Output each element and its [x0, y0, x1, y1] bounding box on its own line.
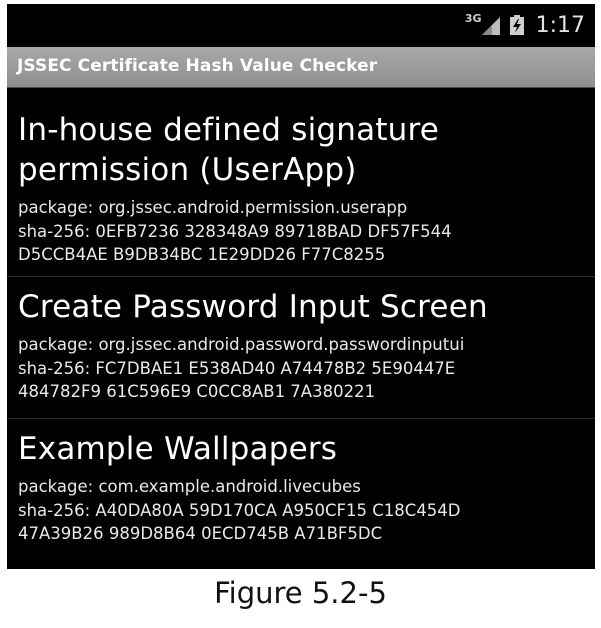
- package-name: package: org.jssec.android.password.pass…: [18, 335, 465, 354]
- sha256-line-1: sha-256: 0EFB7236 328348A9 89718BAD DF57…: [18, 221, 452, 241]
- item-title: Create Password Input Screen: [18, 289, 488, 325]
- certificate-list[interactable]: In-house defined signature permission (U…: [7, 88, 595, 569]
- item-detail: package: org.jssec.android.permission.us…: [18, 196, 585, 267]
- signal-icon: [481, 17, 500, 35]
- sha256-line-2: 484782F9 61C596E9 C0CC8AB1 7A380221: [18, 382, 376, 401]
- sha256-line-1: sha-256: A40DA80A 59D170CA A950CF15 C18C…: [18, 500, 461, 520]
- phone-screen: 3G 1:17 JSSEC Certificate Hash Value Che…: [7, 4, 595, 569]
- status-icons: 3G 1:17: [465, 10, 585, 40]
- sha256-line-1: sha-256: FC7DBAE1 E538AD40 A74478B2 5E90…: [18, 358, 456, 378]
- status-bar: 3G 1:17: [7, 4, 595, 47]
- list-item[interactable]: Example Wallpapers package: com.example.…: [7, 419, 595, 569]
- package-name: package: com.example.android.livecubes: [18, 477, 361, 496]
- list-item[interactable]: Create Password Input Screen package: or…: [7, 277, 595, 419]
- network-type-label: 3G: [464, 11, 482, 25]
- item-detail: package: org.jssec.android.password.pass…: [18, 333, 585, 404]
- app-title-bar: JSSEC Certificate Hash Value Checker: [7, 47, 595, 88]
- battery-icon: [509, 15, 524, 35]
- app-title: JSSEC Certificate Hash Value Checker: [17, 56, 378, 76]
- item-detail: package: com.example.android.livecubes s…: [18, 475, 585, 546]
- sha256-line-2: D5CCB4AE B9DB34BC 1E29DD26 F77C8255: [18, 245, 386, 264]
- item-title: Example Wallpapers: [18, 431, 338, 467]
- sha256-line-2: 47A39B26 989D8B64 0ECD745B A71BF5DC: [18, 524, 383, 543]
- clock: 1:17: [535, 12, 585, 38]
- figure-caption: Figure 5.2-5: [214, 576, 387, 610]
- item-title: In-house defined signature permission (U…: [18, 112, 440, 188]
- package-name: package: org.jssec.android.permission.us…: [18, 198, 408, 217]
- list-item[interactable]: In-house defined signature permission (U…: [7, 88, 595, 277]
